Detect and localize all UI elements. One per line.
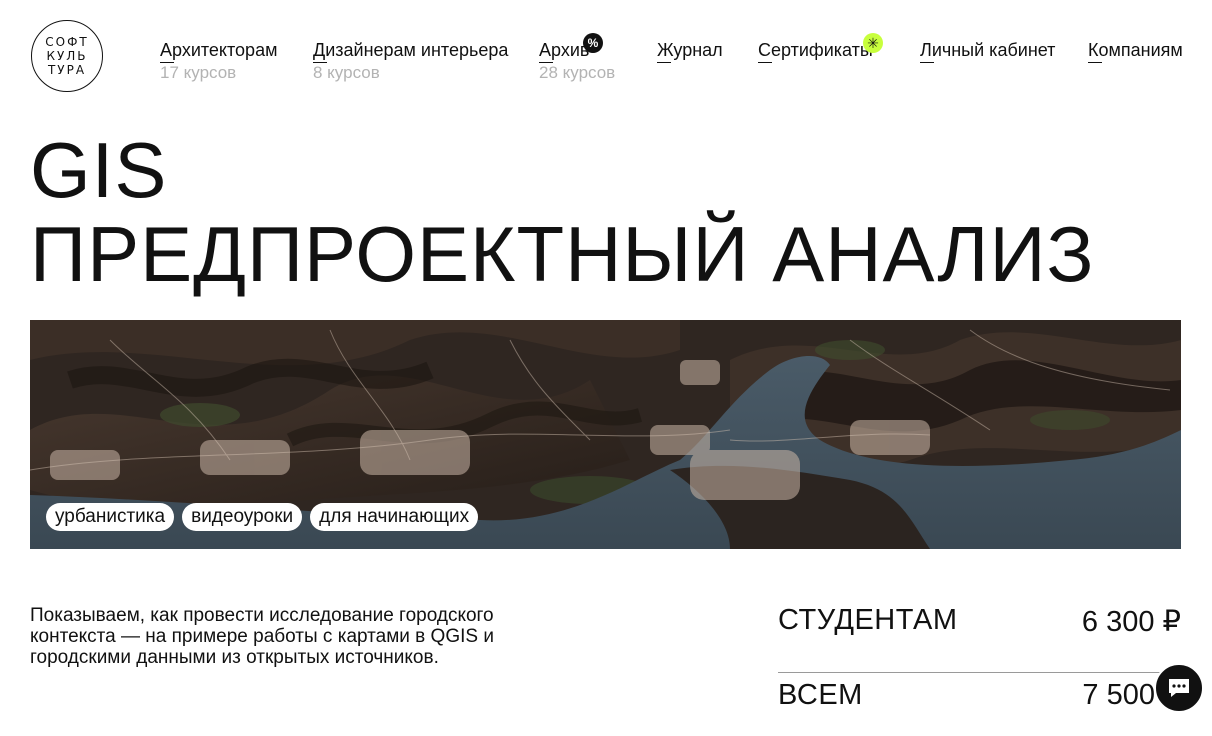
price-row-students: СТУДЕНТАМ 6 300 ₽ [778,598,1181,673]
course-tags: урбанистика видеоуроки для начинающих [46,503,479,531]
price-row-all: ВСЕМ 7 500 [778,673,1181,736]
nav-count-architects: 17 курсов [160,63,237,82]
nav-item-journal[interactable]: Журнал [657,39,723,63]
new-badge-icon: ✳ [863,33,883,53]
nav-label-archive: Архив [539,40,590,60]
nav-label-architects: Архитекторам [160,40,278,60]
course-title-line-2: ПРЕДПРОЕКТНЫЙ АНАЛИЗ [30,210,1095,298]
nav-item-companies[interactable]: Компаниям [1088,39,1183,63]
nav-item-certificates[interactable]: Сертификаты ✳ [758,33,883,63]
course-description: Показываем, как провести исследование го… [30,605,494,668]
nav-item-architects[interactable]: Архитекторам 17 курсов [160,39,277,85]
price-value-students: 6 300 ₽ [1081,606,1181,638]
discount-badge-icon: % [583,33,603,53]
nav-count-archive: 28 курсов [539,63,616,82]
nav-label-designers: Дизайнерам интерьера [313,40,509,60]
tag-video-lessons[interactable]: видеоуроки [182,503,303,531]
course-title-line-1: GIS [30,126,168,214]
nav-item-cabinet[interactable]: Личный кабинет [920,39,1056,63]
nav-label-cabinet: Личный кабинет [920,40,1056,60]
nav-label-companies: Компаниям [1088,40,1183,60]
main-nav: Архитекторам 17 курсов Дизайнерам интерь… [0,33,1212,89]
tag-urbanism[interactable]: урбанистика [46,503,175,531]
chat-button[interactable] [1154,663,1204,713]
nav-count-designers: 8 курсов [313,63,380,82]
tag-beginners[interactable]: для начинающих [310,503,479,531]
nav-item-archive[interactable]: Архив 28 курсов % [539,33,616,85]
chat-bubble-icon [1169,679,1189,697]
course-title: GIS ПРЕДПРОЕКТНЫЙ АНАЛИЗ [30,128,1095,296]
nav-label-certificates: Сертификаты [758,40,873,60]
price-label-students: СТУДЕНТАМ [778,604,958,636]
nav-label-journal: Журнал [657,40,723,60]
price-list: СТУДЕНТАМ 6 300 ₽ ВСЕМ 7 500 [778,598,1181,736]
nav-item-designers[interactable]: Дизайнерам интерьера 8 курсов [313,39,508,85]
price-value-all: 7 500 [1082,679,1155,711]
price-label-all: ВСЕМ [778,679,863,711]
